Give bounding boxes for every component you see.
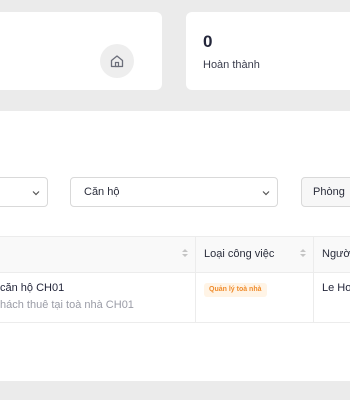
room-select-label: Phòng	[313, 186, 345, 198]
row-divider	[0, 322, 350, 323]
filter-select-partial[interactable]	[0, 177, 48, 207]
sort-icon[interactable]	[298, 247, 308, 259]
apartment-select[interactable]: Căn hộ	[70, 177, 278, 207]
home-icon	[110, 55, 124, 68]
task-title[interactable]: căn hộ CH01	[0, 282, 64, 294]
column-header-person[interactable]: Ngườ	[322, 248, 350, 260]
stat-card-partial	[0, 12, 162, 90]
column-divider	[195, 237, 196, 322]
room-select[interactable]: Phòng	[301, 177, 350, 207]
column-header-task-type[interactable]: Loại công việc	[204, 248, 274, 260]
column-divider	[313, 237, 314, 322]
apartment-select-label: Căn hộ	[84, 186, 120, 198]
task-subtitle: hách thuê tại toà nhà CH01	[0, 299, 134, 311]
task-type-badge: Quản lý toà nhà	[204, 283, 267, 297]
stat-card-completed: 0 Hoàn thành	[186, 12, 350, 90]
home-icon-wrapper	[100, 44, 134, 78]
task-person: Le Ho	[322, 282, 350, 294]
sort-icon[interactable]	[180, 247, 190, 259]
completed-label: Hoàn thành	[203, 59, 260, 71]
chevron-down-icon	[32, 191, 40, 196]
chevron-down-icon	[262, 191, 270, 196]
completed-count: 0	[203, 32, 213, 51]
